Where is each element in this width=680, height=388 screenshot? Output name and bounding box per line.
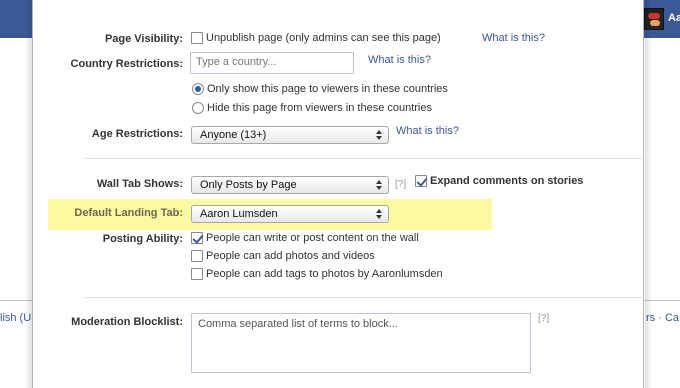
profile-name[interactable]: Aa	[668, 12, 680, 24]
only-show-countries-label[interactable]: Only show this page to viewers in these …	[207, 83, 448, 95]
age-restrictions-value: Anyone (13+)	[200, 129, 267, 141]
expand-comments-checkbox[interactable]	[415, 175, 427, 187]
add-photos-videos-checkbox[interactable]	[191, 250, 203, 262]
hide-from-countries-label[interactable]: Hide this page from viewers in these cou…	[207, 102, 432, 114]
moderation-blocklist-label: Moderation Blocklist:	[71, 316, 183, 328]
default-landing-tab-label: Default Landing Tab:	[74, 207, 183, 219]
section-divider	[83, 297, 645, 298]
age-restrictions-help-link[interactable]: What is this?	[396, 125, 459, 137]
age-restrictions-select[interactable]: Anyone (13+)	[191, 126, 389, 144]
moderation-blocklist-textarea[interactable]: Comma separated list of terms to block..…	[191, 313, 531, 373]
country-restrictions-label: Country Restrictions:	[70, 58, 183, 70]
wall-tab-shows-select[interactable]: Only Posts by Page	[191, 176, 389, 194]
hide-from-countries-radio[interactable]	[192, 102, 204, 114]
add-tags-checkbox[interactable]	[191, 268, 203, 280]
country-restrictions-help-link[interactable]: What is this?	[368, 54, 431, 66]
manage-permissions-dialog: Page Visibility: Unpublish page (only ad…	[32, 0, 645, 388]
default-landing-tab-select[interactable]: Aaron Lumsden	[191, 205, 389, 223]
page-visibility-help-link[interactable]: What is this?	[482, 32, 545, 44]
unpublish-page-option-label[interactable]: Unpublish page (only admins can see this…	[206, 32, 441, 44]
wall-tab-help-icon[interactable]: [?]	[395, 179, 406, 190]
country-input[interactable]: Type a country...	[190, 52, 354, 74]
write-post-wall-checkbox[interactable]	[191, 232, 203, 244]
dialog-shadow-left	[25, 0, 32, 388]
add-tags-label[interactable]: People can add tags to photos by Aaronlu…	[206, 268, 443, 280]
posting-ability-label: Posting Ability:	[102, 233, 183, 245]
wall-tab-shows-value: Only Posts by Page	[200, 179, 297, 191]
select-arrows-icon	[375, 209, 383, 219]
moderation-blocklist-help-icon[interactable]: [?]	[538, 313, 549, 324]
age-restrictions-label: Age Restrictions:	[91, 128, 183, 140]
select-arrows-icon	[375, 130, 383, 140]
section-divider	[83, 158, 645, 159]
dialog-shadow-right	[645, 0, 652, 388]
add-photos-videos-label[interactable]: People can add photos and videos	[206, 250, 375, 262]
wall-tab-shows-label: Wall Tab Shows:	[96, 178, 183, 190]
unpublish-page-checkbox[interactable]	[191, 32, 203, 44]
expand-comments-label[interactable]: Expand comments on stories	[430, 175, 583, 187]
page-visibility-label: Page Visibility:	[104, 33, 183, 45]
only-show-countries-radio[interactable]	[192, 83, 204, 95]
default-landing-tab-value: Aaron Lumsden	[200, 208, 278, 220]
write-post-wall-label[interactable]: People can write or post content on the …	[206, 232, 419, 244]
select-arrows-icon	[375, 180, 383, 190]
